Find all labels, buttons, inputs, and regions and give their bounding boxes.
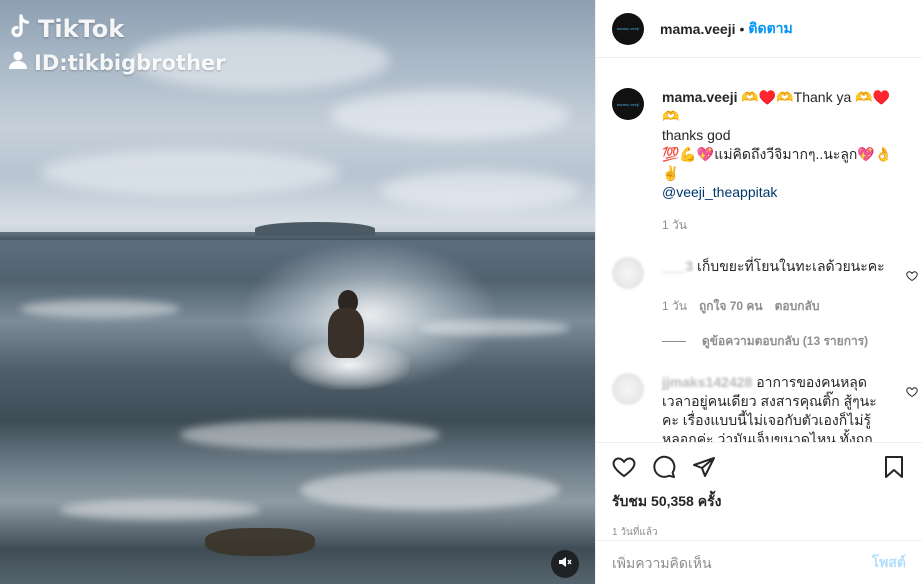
- mute-button[interactable]: [551, 550, 579, 578]
- view-replies-button[interactable]: ดูข้อความตอบกลับ (13 รายการ): [662, 332, 922, 351]
- view-replies-label: ดูข้อความตอบกลับ (13 รายการ): [702, 334, 869, 348]
- caption: mama.veeji mama.veeji 🫶♥️🫶Thank ya 🫶♥️🫶 …: [596, 58, 922, 202]
- replies-divider: [662, 341, 686, 342]
- post-header: mama.veeji mama.veeji • ติดตาม: [596, 0, 922, 58]
- share-icon[interactable]: [692, 455, 716, 479]
- rock: [205, 528, 315, 556]
- cloud: [40, 150, 340, 195]
- post-date: 1 วันที่แล้ว: [612, 527, 658, 538]
- caption-line2: thanks god: [662, 127, 731, 143]
- header-username[interactable]: mama.veeji: [660, 21, 736, 37]
- cloud: [330, 90, 570, 140]
- avatar-text: mama.veeji: [616, 101, 640, 107]
- avatar-text: mama.veeji: [616, 26, 640, 31]
- comment-username[interactable]: jjmaks142428: [662, 374, 752, 390]
- wave: [20, 300, 180, 318]
- watermark-id: ID:tikbigbrother: [34, 50, 226, 75]
- post-button[interactable]: โพสต์: [872, 552, 906, 574]
- caption-mention[interactable]: @veeji_theappitak: [662, 184, 777, 200]
- comment-item: jjmaks142428 อาการของคนหลุดเวลาอยู่คนเดี…: [596, 373, 922, 442]
- wave: [420, 320, 570, 336]
- comment-like-icon[interactable]: [906, 385, 918, 398]
- comment-text: ___3 เก็บขยะที่โยนในทะเลด้วยนะคะ: [662, 257, 888, 289]
- speaker-muted-icon: [558, 555, 572, 574]
- caption-time: 1 วัน: [662, 218, 687, 232]
- caption-line3: 💯💪💖แม่คิดถึงวีจิมากๆ..นะลูก💖👌✌️: [662, 146, 893, 181]
- comment-text: jjmaks142428 อาการของคนหลุดเวลาอยู่คนเดี…: [662, 373, 888, 442]
- heart-icon[interactable]: [612, 455, 636, 479]
- comment-like-icon[interactable]: [906, 269, 918, 282]
- comment-username[interactable]: ___3: [662, 258, 693, 274]
- commenter-avatar[interactable]: [612, 257, 644, 289]
- post-viewer: TikTok ID:tikbigbrother mama.veeji mama.…: [0, 0, 922, 584]
- caption-username[interactable]: mama.veeji: [662, 89, 738, 105]
- separator-dot: •: [739, 20, 745, 37]
- commenter-avatar[interactable]: [612, 373, 644, 405]
- comment-body: เก็บขยะที่โยนในทะเลด้วยนะคะ: [693, 258, 885, 274]
- follow-button[interactable]: ติดตาม: [748, 18, 792, 40]
- video-player[interactable]: TikTok ID:tikbigbrother: [0, 0, 595, 584]
- comments-list[interactable]: mama.veeji mama.veeji 🫶♥️🫶Thank ya 🫶♥️🫶 …: [596, 58, 922, 442]
- action-icons: [612, 455, 906, 479]
- reply-button[interactable]: ตอบกลับ: [775, 297, 820, 316]
- post-actions: รับชม 50,358 ครั้ง 1 วันที่แล้ว: [596, 442, 922, 540]
- add-comment-bar: โพสต์: [596, 540, 922, 584]
- wave: [60, 500, 260, 520]
- comment-icon[interactable]: [652, 455, 676, 479]
- comment-item: ___3 เก็บขยะที่โยนในทะเลด้วยนะคะ: [596, 257, 922, 289]
- wave: [300, 470, 560, 510]
- caption-avatar[interactable]: mama.veeji: [612, 88, 644, 120]
- user-icon: [8, 50, 28, 75]
- view-count[interactable]: รับชม 50,358 ครั้ง: [612, 491, 906, 513]
- wave: [180, 420, 440, 450]
- bookmark-icon[interactable]: [882, 455, 906, 479]
- comment-input[interactable]: [612, 554, 872, 571]
- island: [255, 222, 375, 236]
- post-side-panel: mama.veeji mama.veeji • ติดตาม mama.veej…: [595, 0, 922, 584]
- watermark-brand: TikTok: [38, 15, 125, 43]
- caption-text: mama.veeji 🫶♥️🫶Thank ya 🫶♥️🫶 thanks god …: [662, 88, 902, 202]
- comment-likes[interactable]: ถูกใจ 70 คน: [699, 297, 763, 316]
- comment-meta: 1 วัน ถูกใจ 70 คน ตอบกลับ: [662, 297, 922, 316]
- avatar[interactable]: mama.veeji: [612, 12, 644, 45]
- comment-time: 1 วัน: [662, 299, 687, 313]
- cloud: [380, 170, 580, 210]
- tiktok-logo-icon: [8, 14, 32, 44]
- swimmer: [322, 290, 370, 360]
- tiktok-watermark: TikTok ID:tikbigbrother: [8, 14, 226, 75]
